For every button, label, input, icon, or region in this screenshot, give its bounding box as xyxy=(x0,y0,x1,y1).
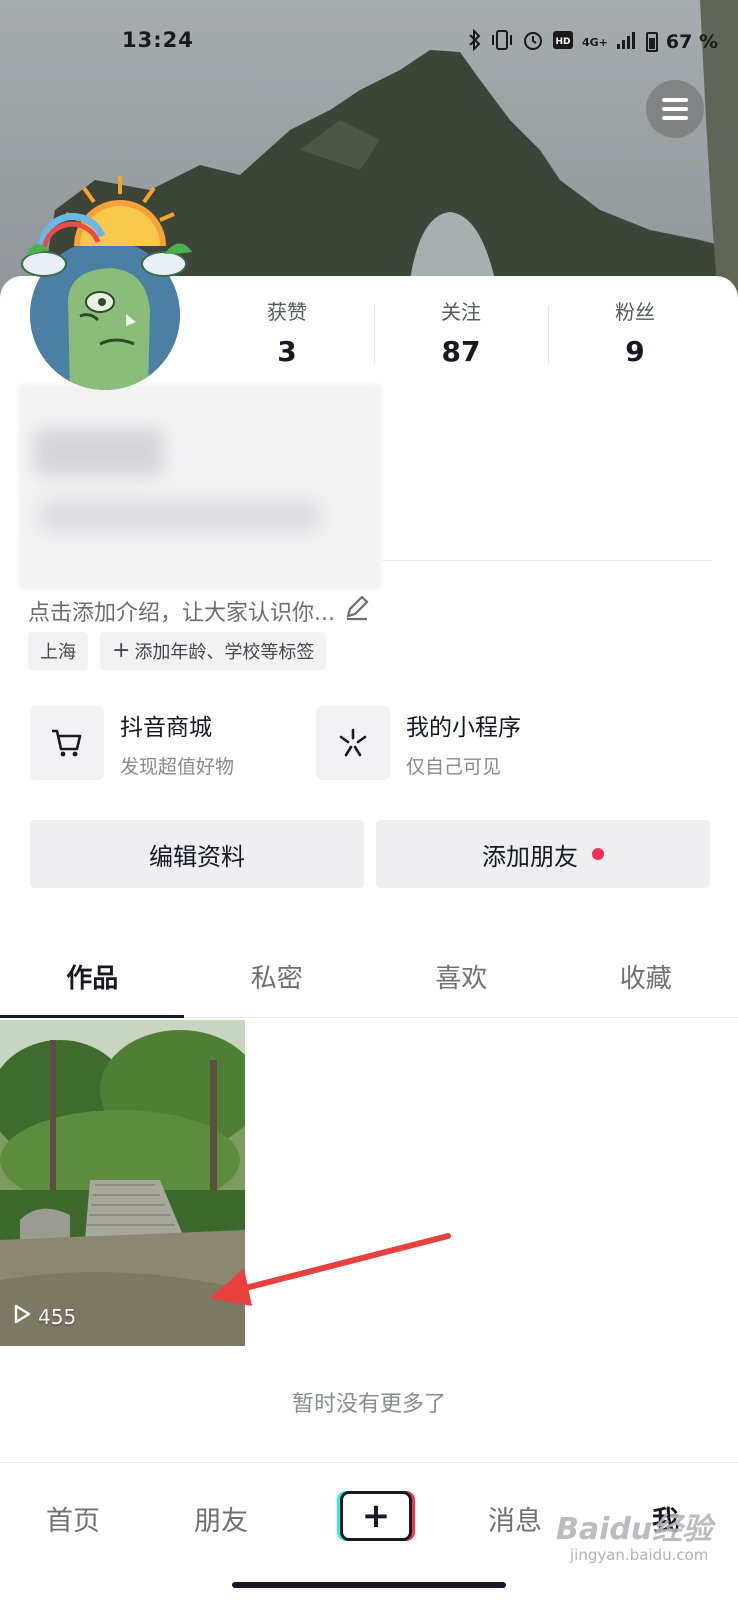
play-icon xyxy=(12,1303,32,1330)
no-more-text: 暂时没有更多了 xyxy=(291,1392,446,1417)
profile-tags: 上海 + 添加年龄、学校等标签 xyxy=(28,632,327,670)
stat-value: 87 xyxy=(441,335,481,368)
divider xyxy=(382,560,712,561)
shortcuts-row: 抖音商城 发现超值好物 我的小程序 仅自己可见 xyxy=(30,706,710,784)
add-friend-label: 添加朋友 xyxy=(482,842,578,871)
blurred-nickname xyxy=(34,428,164,476)
shortcut-mini-programs[interactable]: 我的小程序 仅自己可见 xyxy=(316,706,521,780)
add-tag-button[interactable]: + 添加年龄、学校等标签 xyxy=(100,632,327,670)
home-indicator[interactable] xyxy=(232,1582,506,1588)
add-tag-label: 添加年龄、学校等标签 xyxy=(134,642,315,663)
baidu-watermark-url: jingyan.baidu.com xyxy=(570,1546,709,1564)
annotation-arrow-icon xyxy=(210,1233,451,1306)
plus-icon: + xyxy=(112,638,131,663)
stat-label: 粉丝 xyxy=(615,300,655,324)
blurred-username-area xyxy=(18,384,382,590)
notification-dot xyxy=(592,848,604,860)
edit-profile-button[interactable]: 编辑资料 xyxy=(30,820,364,888)
stat-value: 9 xyxy=(625,335,645,368)
profile-actions: 编辑资料 添加朋友 xyxy=(30,820,710,888)
nav-friends[interactable]: 朋友 xyxy=(194,1499,248,1538)
battery-percent: 67 xyxy=(665,31,693,53)
play-count: 455 xyxy=(12,1303,76,1330)
bio-add-intro[interactable]: 点击添加介绍，让大家认识你... xyxy=(28,594,371,628)
stat-label: 关注 xyxy=(441,300,481,324)
avatar-container[interactable] xyxy=(14,176,192,390)
nav-home[interactable]: 首页 xyxy=(46,1499,100,1538)
vibrate-icon xyxy=(490,29,514,55)
nav-messages[interactable]: 消息 xyxy=(488,1499,542,1538)
location-tag[interactable]: 上海 xyxy=(28,632,88,670)
cart-icon xyxy=(30,706,104,780)
add-friend-button[interactable]: 添加朋友 xyxy=(376,820,710,888)
hamburger-menu-icon[interactable] xyxy=(646,80,704,138)
status-bar: 13:24 HD 4G+ 67 % xyxy=(0,22,738,62)
create-button[interactable]: + xyxy=(337,1491,415,1541)
content-tabs: 作品 私密 喜欢 收藏 xyxy=(0,940,738,1018)
stat-followers[interactable]: 粉丝 9 xyxy=(548,296,722,376)
edit-profile-label: 编辑资料 xyxy=(149,842,245,871)
blurred-account-id xyxy=(40,500,320,532)
shortcut-title: 我的小程序 xyxy=(406,714,521,741)
bio-placeholder: 点击添加介绍，让大家认识你... xyxy=(28,601,335,626)
shortcut-douyin-mall[interactable]: 抖音商城 发现超值好物 xyxy=(30,706,234,780)
shortcut-subtitle: 发现超值好物 xyxy=(120,755,235,778)
hd-icon: HD xyxy=(552,30,574,54)
battery-icon xyxy=(645,32,658,52)
stat-following[interactable]: 关注 87 xyxy=(374,296,548,376)
plus-icon: + xyxy=(340,1491,412,1541)
stat-label: 获赞 xyxy=(267,300,307,324)
location-tag-label: 上海 xyxy=(40,642,76,663)
status-time: 13:24 xyxy=(122,28,194,52)
tab-likes[interactable]: 喜欢 xyxy=(369,940,554,1017)
sun-decoration-icon xyxy=(21,176,192,277)
play-count-value: 455 xyxy=(38,1304,77,1329)
tab-favorites[interactable]: 收藏 xyxy=(554,940,738,1017)
profile-stats: 获赞 3 关注 87 粉丝 9 xyxy=(200,296,738,376)
shortcut-subtitle: 仅自己可见 xyxy=(406,755,502,778)
battery-suffix: % xyxy=(698,31,719,53)
status-icons: HD 4G+ 67 % xyxy=(468,28,719,55)
alarm-icon xyxy=(522,29,544,55)
bluetooth-icon xyxy=(468,28,482,55)
svg-text:HD: HD xyxy=(555,37,570,47)
pencil-edit-icon xyxy=(343,594,371,628)
stat-value: 3 xyxy=(277,335,297,368)
tab-private[interactable]: 私密 xyxy=(185,940,370,1017)
network-type: 4G+ xyxy=(582,35,608,49)
baidu-watermark: Baidu经验 xyxy=(556,1512,713,1547)
signal-icon xyxy=(616,30,638,54)
shortcut-title: 抖音商城 xyxy=(120,714,212,741)
mini-program-icon xyxy=(316,706,390,780)
stat-likes[interactable]: 获赞 3 xyxy=(200,296,374,376)
tab-works[interactable]: 作品 xyxy=(0,940,185,1018)
